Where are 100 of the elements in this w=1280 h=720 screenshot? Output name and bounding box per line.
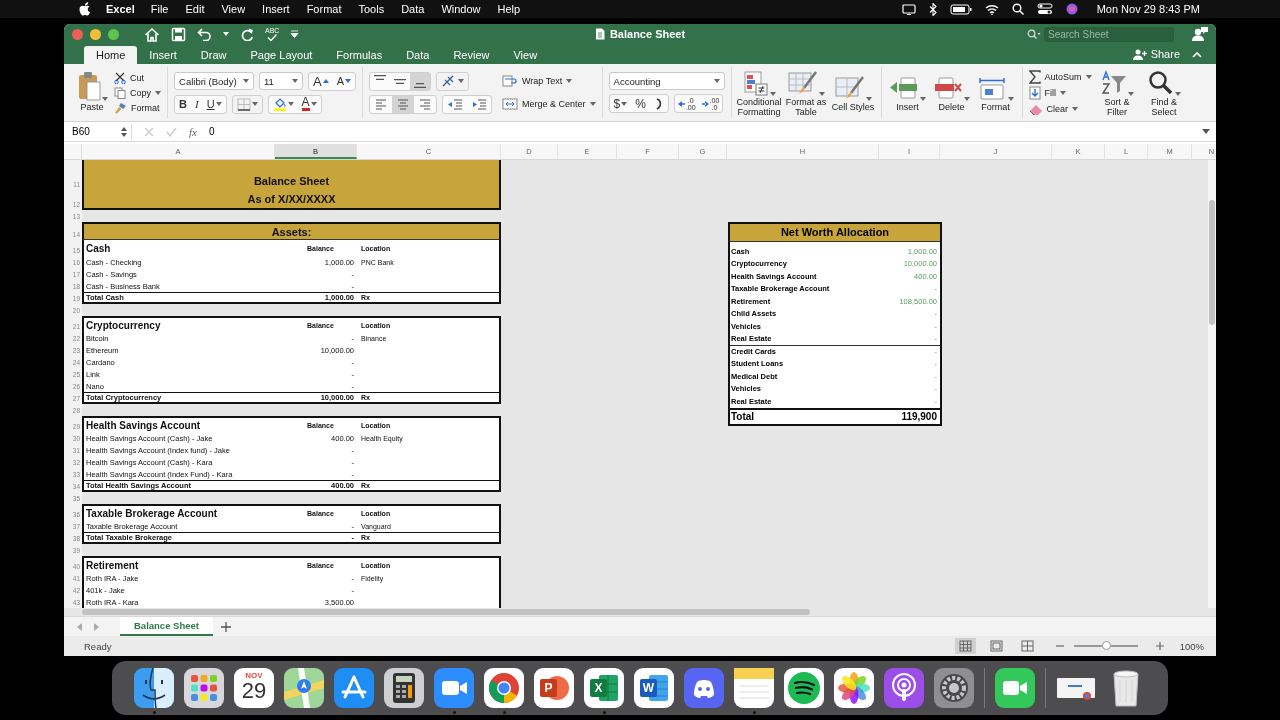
toggle-switches-icon[interactable] bbox=[1036, 3, 1053, 15]
menu-item[interactable]: Help bbox=[497, 3, 521, 15]
insert-function-button[interactable]: fx bbox=[189, 125, 197, 138]
orientation-button[interactable] bbox=[436, 71, 470, 91]
conditional-formatting-button[interactable]: Conditional Formatting bbox=[737, 67, 781, 118]
menu-item[interactable]: Tools bbox=[358, 3, 385, 15]
currency-button[interactable]: $ bbox=[609, 95, 632, 112]
underline-button[interactable]: U bbox=[202, 95, 226, 113]
menu-item[interactable]: File bbox=[150, 3, 169, 15]
customize-icon[interactable] bbox=[290, 30, 300, 38]
clear-button[interactable]: Clear bbox=[1028, 102, 1092, 115]
plus-icon[interactable] bbox=[220, 621, 231, 632]
zoom-in-icon[interactable] bbox=[1155, 642, 1164, 650]
align-center-button[interactable] bbox=[392, 95, 415, 113]
apple-icon[interactable] bbox=[79, 2, 91, 16]
ribbon-tab[interactable]: Insert bbox=[137, 46, 189, 64]
expand-icon[interactable] bbox=[1202, 129, 1210, 134]
merge-center-button[interactable]: Merge & Center bbox=[502, 97, 596, 111]
percent-button[interactable]: % bbox=[631, 95, 650, 112]
cell-styles-button[interactable]: Cell Styles bbox=[831, 72, 875, 113]
format-painter-button[interactable]: Format bbox=[114, 101, 161, 114]
insert-cells-button[interactable]: Insert bbox=[887, 72, 928, 113]
ribbon-tab[interactable]: Home bbox=[84, 46, 138, 64]
menu-item[interactable]: Insert bbox=[262, 3, 290, 15]
sheet-tab[interactable]: Balance Sheet bbox=[120, 617, 213, 636]
paste-button[interactable]: Paste bbox=[74, 72, 110, 113]
borders-button[interactable] bbox=[231, 94, 263, 114]
copy-button[interactable]: Copy bbox=[114, 86, 161, 99]
minimize-button[interactable] bbox=[90, 28, 101, 40]
menu-item[interactable]: Format bbox=[306, 3, 342, 15]
chevron-up-icon[interactable] bbox=[1192, 50, 1202, 58]
gear-icon[interactable] bbox=[934, 667, 974, 708]
document-app-icon[interactable]: W bbox=[634, 667, 674, 708]
menu-item[interactable]: Excel bbox=[106, 3, 135, 15]
presentation-app-icon[interactable]: P bbox=[534, 667, 574, 708]
section-title: Assets: bbox=[271, 225, 312, 238]
format-cells-button[interactable]: Format bbox=[975, 72, 1016, 113]
home-icon[interactable] bbox=[144, 26, 160, 42]
ribbon-tab[interactable]: Formulas bbox=[324, 46, 395, 64]
menu-item[interactable]: Data bbox=[401, 3, 425, 15]
a-shape-icon[interactable] bbox=[334, 667, 374, 708]
caret-icon bbox=[1174, 91, 1181, 96]
wrap-text-button[interactable]: Wrap Text bbox=[502, 74, 596, 88]
font-color-button[interactable]: A bbox=[297, 95, 321, 113]
number-format-dropdown[interactable]: Accounting bbox=[608, 72, 725, 90]
italic-button[interactable]: I bbox=[190, 95, 203, 113]
formula-field[interactable]: 0 bbox=[208, 126, 1216, 137]
search-icon[interactable] bbox=[1011, 3, 1024, 15]
person-icon[interactable] bbox=[1192, 26, 1208, 42]
name-box[interactable]: B60 bbox=[70, 123, 132, 140]
search-field[interactable]: Search Sheet bbox=[1044, 26, 1174, 42]
ribbon-tab[interactable]: View bbox=[501, 46, 550, 64]
find-select-button[interactable]: Find & Select bbox=[1142, 67, 1186, 118]
autosum-button[interactable]: AutoSum bbox=[1028, 70, 1092, 83]
podcast-icon[interactable] bbox=[884, 667, 924, 708]
smiling-face-icon[interactable] bbox=[134, 667, 174, 708]
undo-icon[interactable] bbox=[197, 27, 212, 41]
menu-item[interactable]: Window bbox=[441, 3, 481, 15]
normal-view-button[interactable] bbox=[954, 638, 976, 654]
map-icon[interactable] bbox=[284, 667, 324, 708]
format-as-table-button[interactable]: Format as Table bbox=[784, 67, 828, 118]
ribbon-tab[interactable]: Review bbox=[441, 46, 502, 64]
display-icon[interactable] bbox=[901, 3, 916, 15]
app-grid-icon[interactable] bbox=[184, 667, 224, 708]
font-size-dropdown[interactable]: 11 bbox=[259, 72, 303, 90]
menu-item[interactable]: Edit bbox=[185, 3, 205, 15]
video-camera-icon[interactable] bbox=[995, 667, 1035, 708]
scrollbar-thumb[interactable] bbox=[82, 609, 810, 615]
wifi-icon[interactable] bbox=[984, 3, 999, 15]
share-button[interactable]: Share bbox=[1132, 48, 1180, 60]
video-camera-icon[interactable] bbox=[434, 667, 474, 708]
ribbon-tab[interactable]: Page Layout bbox=[238, 46, 325, 64]
game-controller-icon[interactable] bbox=[684, 667, 724, 708]
battery-icon[interactable] bbox=[949, 3, 972, 15]
bottom-align-button[interactable] bbox=[410, 72, 431, 90]
caret-icon bbox=[1008, 96, 1015, 101]
cut-button[interactable]: Cut bbox=[114, 71, 161, 84]
fill-button[interactable]: Fill bbox=[1028, 86, 1092, 99]
zoom-button[interactable] bbox=[108, 28, 119, 40]
bold-button[interactable]: B bbox=[175, 95, 191, 113]
ribbon-tab[interactable]: Draw bbox=[188, 46, 239, 64]
sound-waves-icon[interactable] bbox=[784, 667, 824, 708]
zoom-slider-thumb[interactable] bbox=[1101, 641, 1111, 650]
redo-icon[interactable] bbox=[240, 27, 254, 41]
calendar-icon[interactable]: NOV 29 bbox=[234, 667, 274, 708]
orb-icon[interactable] bbox=[1065, 3, 1078, 15]
decrease-font-button[interactable]: A bbox=[332, 72, 356, 90]
sort-filter-button[interactable]: Sort & Filter bbox=[1095, 67, 1139, 118]
spreadsheet-app-icon[interactable]: X bbox=[584, 667, 624, 708]
bluetooth-icon[interactable] bbox=[928, 2, 937, 16]
delete-cells-button[interactable]: Delete bbox=[931, 72, 972, 113]
scrollbar-thumb[interactable] bbox=[1209, 200, 1215, 325]
increase-font-button[interactable]: A bbox=[309, 72, 333, 90]
ribbon-tab[interactable]: Data bbox=[394, 46, 442, 64]
save-icon[interactable] bbox=[171, 26, 186, 42]
flower-icon[interactable] bbox=[834, 667, 874, 708]
font-dropdown[interactable]: Calibri (Body) bbox=[174, 72, 254, 90]
calculator-icon[interactable] bbox=[384, 667, 424, 708]
notepad-icon[interactable] bbox=[734, 667, 774, 708]
menu-item[interactable]: View bbox=[221, 3, 246, 15]
